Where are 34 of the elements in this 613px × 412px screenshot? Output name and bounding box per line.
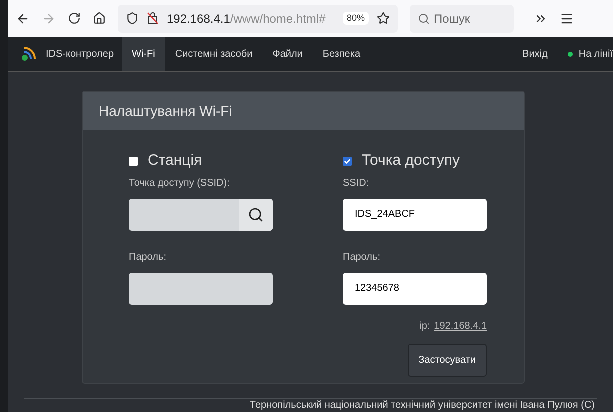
ip-label: ip: xyxy=(420,320,430,334)
nav-tab[interactable]: Wi-Fi xyxy=(122,37,166,71)
url-text: 192.168.4.1/www/home.html# xyxy=(167,10,326,28)
checkbox[interactable] xyxy=(343,156,352,166)
ssid-field[interactable]: IDS_24ABCF xyxy=(343,198,487,230)
checkbox-label: Точка доступу xyxy=(362,151,460,171)
apply-button[interactable]: Застосувати xyxy=(408,344,487,376)
password-field[interactable]: 12345678 xyxy=(343,272,487,304)
lock-icon xyxy=(147,12,159,26)
field-label: Пароль: xyxy=(129,250,168,264)
checkbox-label: Станція xyxy=(148,151,202,171)
footer-text: Тернопільський національний технічний університет імені Івана Пулюя (С) xyxy=(250,400,595,412)
field-label: Точка доступу (SSID): xyxy=(129,176,231,190)
home-icon[interactable] xyxy=(93,12,106,26)
nav-tab[interactable]: Системні засоби xyxy=(165,37,263,71)
bookmark-icon[interactable] xyxy=(377,12,390,26)
address-bar[interactable]: 192.168.4.1/www/home.html# 80% xyxy=(118,4,398,33)
status-text: На лінії xyxy=(578,48,613,62)
brand-link[interactable]: IDS-контролер xyxy=(46,46,114,62)
shield-icon xyxy=(126,12,139,26)
search-icon xyxy=(418,12,430,25)
zoom-badge: 80% xyxy=(342,12,369,26)
nav-tab[interactable]: Безпека xyxy=(312,37,371,71)
card-title: Налаштування Wi-Fi xyxy=(99,102,232,121)
ip-link[interactable]: 192.168.4.1 xyxy=(434,318,487,334)
reload-icon[interactable] xyxy=(68,12,81,26)
search-field[interactable]: Пошук xyxy=(410,4,514,33)
field-label: SSID: xyxy=(343,176,370,190)
nav-tab[interactable]: Файли xyxy=(262,37,313,71)
logout-link[interactable]: Вихід xyxy=(522,46,548,62)
menu-icon[interactable] xyxy=(560,12,574,26)
back-icon[interactable] xyxy=(16,12,30,26)
wifi-logo-icon xyxy=(20,45,38,64)
field-label: Пароль: xyxy=(343,250,382,264)
